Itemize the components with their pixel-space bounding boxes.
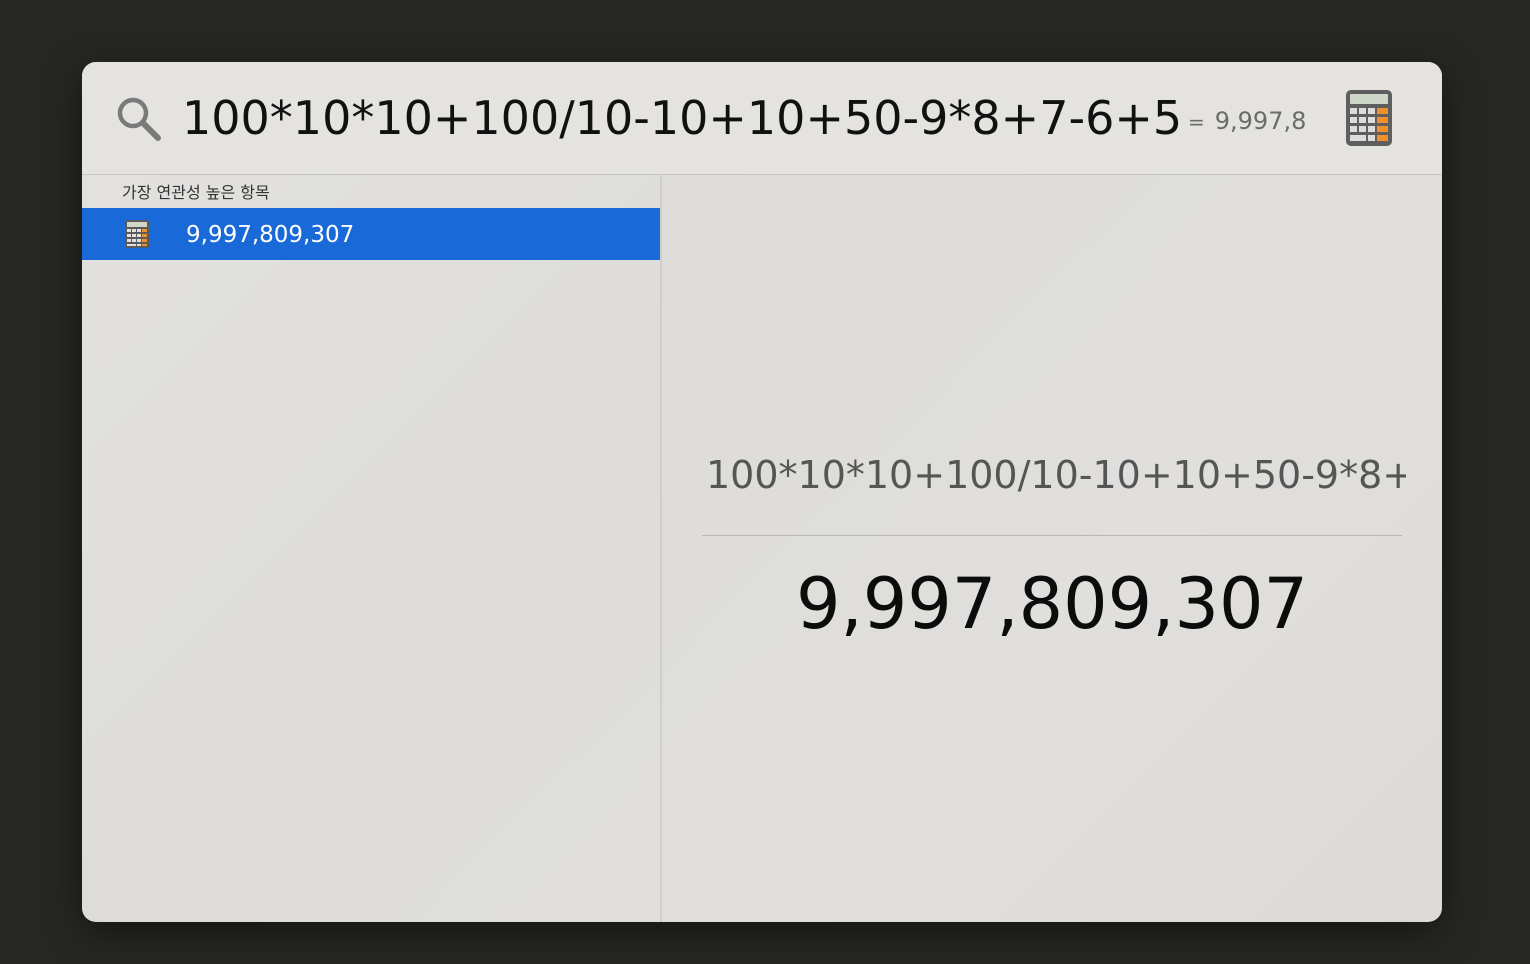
- preview-divider: [702, 535, 1402, 536]
- results-list: 가장 연관성 높은 항목 9,997,809,307: [82, 175, 662, 922]
- search-bar[interactable]: 100*10*10+100/10-10+10+50-9*8+7-6+5-4*3-…: [82, 62, 1442, 175]
- spotlight-window: 100*10*10+100/10-10+10+50-9*8+7-6+5-4*3-…: [82, 62, 1442, 922]
- search-query-text: 100*10*10+100/10-10+10+50-9*8+7-6+5-4*3-…: [182, 91, 1182, 145]
- search-input[interactable]: 100*10*10+100/10-10+10+50-9*8+7-6+5-4*3-…: [182, 86, 1182, 150]
- preview-result: 9,997,809,307: [795, 563, 1309, 645]
- result-item-calculator[interactable]: 9,997,809,307: [82, 208, 660, 260]
- result-item-label: 9,997,809,307: [186, 222, 355, 248]
- inline-result: = 9,997,8: [1188, 104, 1306, 138]
- search-icon: [117, 97, 161, 141]
- preview-pane: 100*10*10+100/10-10+10+50-9*8+7-6+5-4*3-…: [662, 175, 1442, 922]
- calculator-icon: [125, 220, 149, 248]
- preview-expression: 100*10*10+100/10-10+10+50-9*8+7-6+5-4*3-…: [706, 453, 1406, 497]
- calculator-icon: [1346, 90, 1392, 146]
- inline-result-value: 9,997,8: [1214, 107, 1306, 135]
- section-header: 가장 연관성 높은 항목: [122, 183, 270, 202]
- equals-sign: =: [1188, 110, 1205, 134]
